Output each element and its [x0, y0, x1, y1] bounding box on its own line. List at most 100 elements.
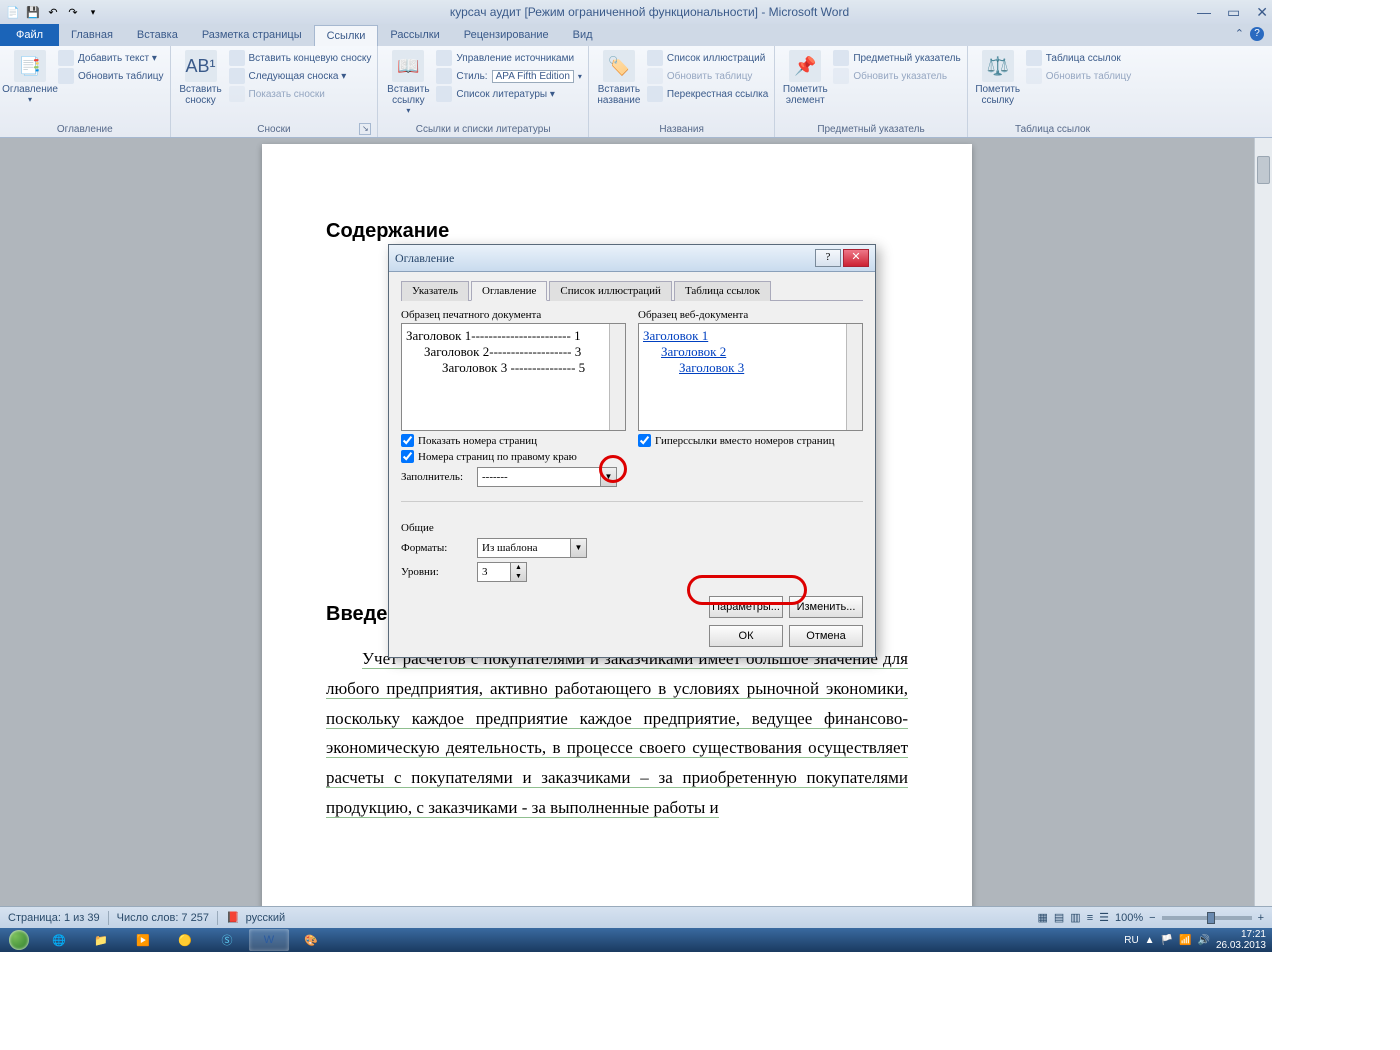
- taskbar-skype-icon[interactable]: Ⓢ: [207, 929, 247, 951]
- right-align-numbers-checkbox[interactable]: [401, 450, 414, 463]
- manage-sources-button[interactable]: Управление источниками: [436, 50, 582, 66]
- taskbar-chrome-icon[interactable]: 🟡: [165, 929, 205, 951]
- table-figures-button[interactable]: Список иллюстраций: [647, 50, 768, 66]
- levels-spinner[interactable]: 3▲▼: [477, 562, 527, 582]
- view-draft-icon[interactable]: ☰: [1099, 911, 1109, 924]
- group-label-index: Предметный указатель: [781, 122, 960, 137]
- preview-scroll[interactable]: [609, 324, 625, 430]
- window-buttons: — ▭ ✕: [1197, 4, 1268, 21]
- hyperlinks-checkbox[interactable]: [638, 434, 651, 447]
- undo-icon[interactable]: ↶: [44, 3, 62, 21]
- footnotes-launcher-icon[interactable]: ↘: [359, 123, 371, 135]
- web-preview-label: Образец веб-документа: [638, 309, 863, 321]
- dialog-help-icon[interactable]: ?: [815, 249, 841, 267]
- show-page-numbers-checkbox[interactable]: [401, 434, 414, 447]
- options-button[interactable]: Параметры...: [709, 596, 783, 618]
- insert-caption-button[interactable]: 🏷️Вставить название: [595, 48, 643, 106]
- chevron-down-icon[interactable]: ▼: [600, 468, 616, 486]
- tab-home[interactable]: Главная: [59, 25, 125, 46]
- group-index: 📌Пометить элемент Предметный указатель О…: [775, 46, 967, 137]
- update-toa-button[interactable]: Обновить таблицу: [1026, 68, 1132, 84]
- file-tab[interactable]: Файл: [0, 24, 59, 46]
- qat-more-icon[interactable]: ▾: [84, 3, 102, 21]
- tab-leader-combo[interactable]: -------▼: [477, 467, 617, 487]
- chevron-down-icon[interactable]: ▼: [570, 539, 586, 557]
- dlg-tab-authorities[interactable]: Таблица ссылок: [674, 281, 771, 301]
- tab-pagelayout[interactable]: Разметка страницы: [190, 25, 314, 46]
- start-button[interactable]: [0, 928, 38, 952]
- insert-index-button[interactable]: Предметный указатель: [833, 50, 960, 66]
- view-outline-icon[interactable]: ≡: [1087, 912, 1093, 924]
- citation-style[interactable]: Стиль: APA Fifth Edition ▾: [436, 68, 582, 84]
- insert-endnote-button[interactable]: Вставить концевую сноску: [229, 50, 372, 66]
- ribbon-minimize-icon[interactable]: ⌃: [1235, 27, 1244, 41]
- view-printlayout-icon[interactable]: ▦: [1037, 911, 1047, 924]
- zoom-slider[interactable]: [1162, 916, 1252, 920]
- dlg-tab-index[interactable]: Указатель: [401, 281, 469, 301]
- view-fullscreen-icon[interactable]: ▤: [1054, 911, 1064, 924]
- modify-button[interactable]: Изменить...: [789, 596, 863, 618]
- minimize-icon[interactable]: —: [1197, 4, 1211, 21]
- insert-footnote-button[interactable]: AB¹Вставить сноску: [177, 48, 225, 106]
- taskbar-mediaplayer-icon[interactable]: ▶️: [123, 929, 163, 951]
- update-tof-button[interactable]: Обновить таблицу: [647, 68, 768, 84]
- insert-toa-button[interactable]: Таблица ссылок: [1026, 50, 1132, 66]
- taskbar-explorer-icon[interactable]: 📁: [81, 929, 121, 951]
- zoom-out-icon[interactable]: −: [1149, 912, 1155, 924]
- heading-contents: Содержание: [326, 220, 908, 243]
- tray-show-hidden-icon[interactable]: ▲: [1145, 935, 1155, 946]
- dlg-tab-figures[interactable]: Список иллюстраций: [549, 281, 672, 301]
- formats-combo[interactable]: Из шаблона▼: [477, 538, 587, 558]
- toc-button[interactable]: 📑Оглавление▾: [6, 48, 54, 104]
- dialog-close-icon[interactable]: ✕: [843, 249, 869, 267]
- next-footnote-button[interactable]: Следующая сноска ▾: [229, 68, 372, 84]
- mark-entry-button[interactable]: 📌Пометить элемент: [781, 48, 829, 106]
- tab-leader-label: Заполнитель:: [401, 471, 471, 483]
- cancel-button[interactable]: Отмена: [789, 625, 863, 647]
- add-text-button[interactable]: Добавить текст ▾: [58, 50, 164, 66]
- status-words[interactable]: Число слов: 7 257: [117, 912, 209, 924]
- zoom-in-icon[interactable]: +: [1258, 912, 1264, 924]
- restore-icon[interactable]: ▭: [1227, 4, 1240, 21]
- tab-review[interactable]: Рецензирование: [452, 25, 561, 46]
- tab-view[interactable]: Вид: [561, 25, 605, 46]
- cross-reference-button[interactable]: Перекрестная ссылка: [647, 86, 768, 102]
- show-notes-button[interactable]: Показать сноски: [229, 86, 372, 102]
- zoom-value[interactable]: 100%: [1115, 912, 1143, 924]
- tab-insert[interactable]: Вставка: [125, 25, 190, 46]
- redo-icon[interactable]: ↷: [64, 3, 82, 21]
- proofing-icon[interactable]: 📕: [226, 911, 240, 924]
- system-tray: RU ▲ 🏳️ 📶 🔊 17:21 26.03.2013: [1124, 929, 1272, 951]
- tray-flag-icon[interactable]: 🏳️: [1161, 935, 1173, 946]
- view-web-icon[interactable]: ▥: [1070, 911, 1080, 924]
- dialog-titlebar[interactable]: Оглавление ? ✕: [389, 245, 875, 272]
- insert-citation-button[interactable]: 📖Вставить ссылку▾: [384, 48, 432, 115]
- help-icon[interactable]: ?: [1250, 27, 1264, 41]
- ok-button[interactable]: ОК: [709, 625, 783, 647]
- status-page[interactable]: Страница: 1 из 39: [8, 912, 100, 924]
- dlg-tab-toc[interactable]: Оглавление: [471, 281, 547, 301]
- save-icon[interactable]: 💾: [24, 3, 42, 21]
- spinner-icon[interactable]: ▲▼: [510, 563, 526, 581]
- group-citations: 📖Вставить ссылку▾ Управление источниками…: [378, 46, 589, 137]
- tray-network-icon[interactable]: 📶: [1179, 935, 1191, 946]
- tray-volume-icon[interactable]: 🔊: [1197, 935, 1209, 946]
- mark-citation-button[interactable]: ⚖️Пометить ссылку: [974, 48, 1022, 106]
- status-language[interactable]: русский: [246, 912, 285, 924]
- tray-clock[interactable]: 17:21 26.03.2013: [1216, 929, 1266, 951]
- tab-references[interactable]: Ссылки: [314, 25, 379, 46]
- taskbar-paint-icon[interactable]: 🎨: [291, 929, 331, 951]
- group-captions: 🏷️Вставить название Список иллюстраций О…: [589, 46, 775, 137]
- preview-scroll-web[interactable]: [846, 324, 862, 430]
- taskbar-word-icon[interactable]: W: [249, 929, 289, 951]
- taskbar-ie-icon[interactable]: 🌐: [39, 929, 79, 951]
- update-index-button[interactable]: Обновить указатель: [833, 68, 960, 84]
- bibliography-button[interactable]: Список литературы ▾: [436, 86, 582, 102]
- tab-mailings[interactable]: Рассылки: [378, 25, 451, 46]
- vertical-scrollbar[interactable]: [1254, 138, 1272, 906]
- scroll-thumb[interactable]: [1257, 156, 1270, 184]
- close-icon[interactable]: ✕: [1256, 4, 1268, 21]
- titlebar: 📄 💾 ↶ ↷ ▾ курсач аудит [Режим ограниченн…: [0, 0, 1272, 24]
- update-table-button[interactable]: Обновить таблицу: [58, 68, 164, 84]
- tray-lang[interactable]: RU: [1124, 935, 1138, 946]
